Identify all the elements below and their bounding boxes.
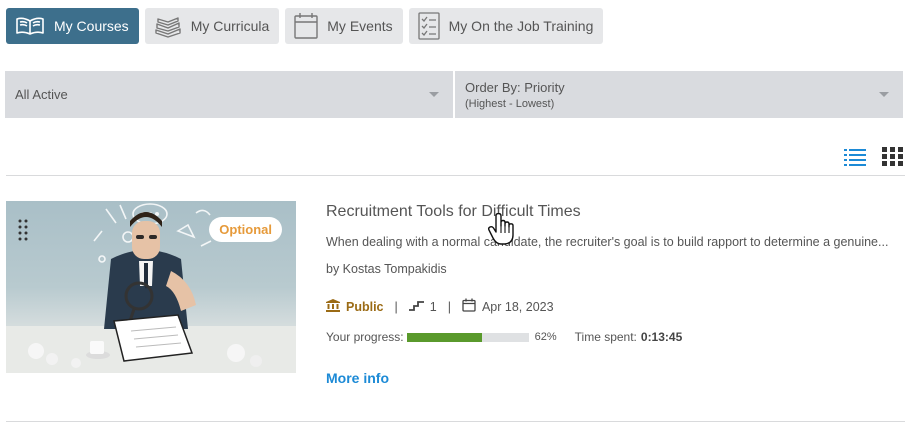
meta-separator: | bbox=[394, 299, 398, 314]
list-view-icon[interactable] bbox=[844, 147, 866, 172]
progress-bar bbox=[406, 332, 529, 342]
course-title[interactable]: Recruitment Tools for Difficult Times bbox=[326, 203, 581, 221]
tab-my-curricula[interactable]: My Curricula bbox=[144, 8, 280, 44]
hand-pointer-cursor-icon bbox=[487, 212, 519, 252]
progress-row: Your progress: 62% Time spent: 0:13:45 bbox=[326, 330, 682, 344]
tab-label: My On the Job Training bbox=[448, 18, 594, 34]
tab-my-courses[interactable]: My Courses bbox=[6, 8, 139, 44]
filter-bar: All Active Order By: Priority (Highest -… bbox=[5, 71, 903, 118]
meta-separator: | bbox=[447, 299, 451, 314]
course-author: by Kostas Tompakidis bbox=[326, 262, 447, 276]
time-spent-value: 0:13:45 bbox=[640, 330, 683, 344]
tab-label: My Events bbox=[327, 18, 393, 34]
books-stack-icon bbox=[153, 14, 183, 38]
course-date: Apr 18, 2023 bbox=[481, 299, 554, 314]
course-thumbnail[interactable]: Optional bbox=[6, 201, 296, 373]
divider bbox=[6, 421, 905, 422]
chevron-down-icon bbox=[879, 92, 889, 97]
view-toggle bbox=[844, 147, 903, 172]
course-meta: Public | 1 | Apr 18, 2023 bbox=[326, 298, 554, 315]
calendar-icon bbox=[462, 298, 476, 315]
progress-bar-fill bbox=[406, 332, 483, 342]
tab-label: My Curricula bbox=[190, 18, 270, 34]
order-by-direction: (Highest - Lowest) bbox=[465, 97, 555, 110]
checklist-icon bbox=[417, 11, 441, 41]
optional-badge: Optional bbox=[209, 217, 282, 242]
tab-label: My Courses bbox=[54, 18, 129, 34]
order-by-select[interactable]: Order By: Priority (Highest - Lowest) bbox=[455, 71, 903, 118]
order-by-value: Order By: Priority bbox=[465, 79, 565, 95]
chevron-down-icon bbox=[429, 92, 439, 97]
tab-my-on-the-job-training[interactable]: My On the Job Training bbox=[408, 8, 604, 44]
status-filter-value: All Active bbox=[15, 87, 68, 102]
course-description: When dealing with a normal candidate, th… bbox=[326, 235, 889, 249]
status-filter-select[interactable]: All Active bbox=[5, 71, 453, 118]
progress-label: Your progress: bbox=[326, 330, 404, 344]
steps-count: 1 bbox=[429, 299, 437, 314]
progress-percent: 62% bbox=[534, 331, 557, 343]
tab-bar: My Courses My Curricula My Events My On … bbox=[6, 8, 604, 44]
calendar-icon bbox=[293, 12, 319, 40]
open-book-icon bbox=[14, 15, 46, 37]
institution-icon bbox=[326, 298, 340, 315]
steps-icon bbox=[408, 299, 424, 314]
grid-view-icon[interactable] bbox=[882, 147, 903, 172]
visibility-label: Public bbox=[346, 299, 384, 314]
divider bbox=[6, 175, 905, 176]
tab-my-events[interactable]: My Events bbox=[285, 8, 403, 44]
drag-handle-icon[interactable] bbox=[18, 219, 28, 246]
time-spent-label: Time spent: bbox=[574, 330, 637, 344]
more-info-link[interactable]: More info bbox=[326, 370, 389, 386]
